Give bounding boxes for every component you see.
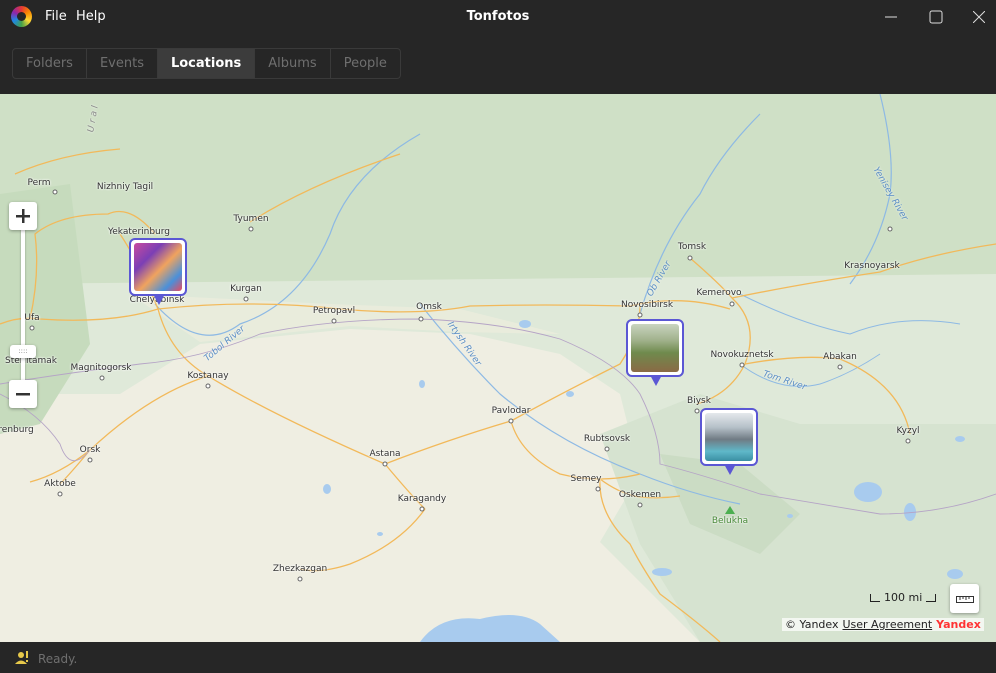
photo-thumbnail	[705, 413, 753, 461]
photo-thumbnail	[134, 243, 182, 291]
yandex-logo[interactable]: Yandex	[936, 618, 981, 631]
window-title: Tonfotos	[466, 9, 530, 24]
minimize-icon	[885, 16, 897, 17]
menu-file[interactable]: File	[45, 9, 67, 24]
city-label-kemerovo: Kemerovo	[696, 288, 742, 298]
city-label-oskemen: Oskemen	[618, 490, 662, 500]
ruler-button[interactable]	[950, 584, 979, 613]
city-dot	[687, 255, 693, 261]
city-label-tomsk: Tomsk	[677, 242, 707, 252]
map-base-layer	[0, 94, 996, 642]
zoom-out-button[interactable]	[9, 380, 37, 408]
photo-marker-novosibirsk[interactable]	[626, 319, 684, 386]
city-dot	[694, 408, 700, 414]
city-label-tyumen: Tyumen	[233, 214, 269, 224]
scale-label: 100 mi	[884, 591, 923, 604]
photo-thumbnail	[631, 324, 679, 372]
city-label-semey: Semey	[570, 474, 602, 484]
zoom-slider-handle[interactable]: ::::	[10, 345, 36, 358]
city-label-abakan: Abakan	[823, 352, 857, 362]
tab-events[interactable]: Events	[87, 49, 158, 78]
city-label-zhezkazgan: Zhezkazgan	[272, 564, 328, 574]
view-tabs: Folders Events Locations Albums People	[12, 48, 401, 79]
city-dot	[52, 189, 58, 195]
city-dot	[508, 418, 514, 424]
city-label-biysk: Biysk	[687, 396, 711, 406]
city-dot	[382, 461, 388, 467]
photo-marker-altai[interactable]	[700, 408, 758, 475]
tab-bar: Folders Events Locations Albums People	[0, 33, 996, 94]
peak-label-belukha: Belukha	[711, 516, 749, 526]
city-dot	[29, 325, 35, 331]
city-label-omsk: Omsk	[416, 302, 442, 312]
city-label-novokuznetsk: Novokuznetsk	[710, 350, 774, 360]
city-label-kyzyl: Kyzyl	[896, 426, 920, 436]
city-label-kurgan: Kurgan	[230, 284, 262, 294]
city-dot	[297, 576, 303, 582]
app-logo-icon	[11, 6, 32, 27]
tab-locations[interactable]: Locations	[157, 49, 256, 78]
city-label-aktobe: Aktobe	[44, 479, 76, 489]
city-label-pavlodar: Pavlodar	[491, 406, 531, 416]
city-dot	[87, 457, 93, 463]
map-scale: 100 mi	[870, 591, 937, 604]
person-status-icon	[15, 651, 28, 664]
city-label-nizhniy-tagil: Nizhniy Tagil	[96, 182, 154, 192]
tab-albums[interactable]: Albums	[255, 49, 331, 78]
zoom-in-button[interactable]	[9, 202, 37, 230]
map-copyright: © Yandex User Agreement Yandex	[782, 618, 984, 631]
city-label-astana: Astana	[369, 449, 401, 459]
minus-icon	[16, 393, 30, 396]
city-dot	[243, 296, 249, 302]
close-icon	[973, 10, 985, 23]
city-dot	[419, 506, 425, 512]
title-bar: File Help Tonfotos	[0, 0, 996, 33]
city-dot	[905, 438, 911, 444]
city-dot	[837, 364, 843, 370]
user-agreement-link[interactable]: User Agreement	[842, 618, 932, 631]
city-dot	[248, 226, 254, 232]
copyright-text: © Yandex	[785, 618, 839, 631]
city-label-orsk: Orsk	[79, 445, 101, 455]
city-dot	[729, 301, 735, 307]
city-label-karagandy: Karagandy	[397, 494, 447, 504]
close-button[interactable]	[956, 0, 996, 33]
city-dot	[205, 383, 211, 389]
city-dot	[739, 362, 745, 368]
city-label-kostanay: Kostanay	[187, 371, 229, 381]
city-dot	[604, 446, 610, 452]
city-dot	[418, 316, 424, 322]
city-dot	[637, 502, 643, 508]
maximize-icon	[929, 10, 943, 23]
city-label-novosibirsk: Novosibirsk	[620, 300, 674, 310]
city-label-orenburg: renburg	[0, 425, 34, 435]
status-text: Ready.	[38, 652, 78, 666]
maximize-button[interactable]	[913, 0, 959, 33]
city-label-rubtsovsk: Rubtsovsk	[583, 434, 631, 444]
city-label-petropavl: Petropavl	[312, 306, 356, 316]
city-label-krasnoyarsk: Krasnoyarsk	[844, 261, 900, 271]
city-label-magnitogorsk: Magnitogorsk	[70, 363, 132, 373]
city-dot	[595, 486, 601, 492]
city-label-ufa: Ufa	[24, 313, 40, 323]
city-dot	[887, 226, 893, 232]
tab-people[interactable]: People	[331, 49, 400, 78]
plus-icon	[16, 209, 30, 223]
menu-help[interactable]: Help	[76, 9, 106, 24]
city-dot	[637, 312, 643, 318]
minimize-button[interactable]	[868, 0, 914, 33]
city-dot	[331, 318, 337, 324]
city-dot	[99, 375, 105, 381]
city-dot	[57, 491, 63, 497]
photo-marker-chelyabinsk[interactable]	[129, 238, 187, 305]
status-bar: Ready.	[0, 642, 996, 673]
tab-folders[interactable]: Folders	[13, 49, 87, 78]
map-view[interactable]: Perm Nizhniy Tagil Yekaterinburg Tyumen …	[0, 94, 996, 642]
ruler-icon	[955, 595, 974, 603]
city-label-perm: Perm	[27, 178, 51, 188]
city-label-yekaterinburg: Yekaterinburg	[107, 227, 171, 237]
